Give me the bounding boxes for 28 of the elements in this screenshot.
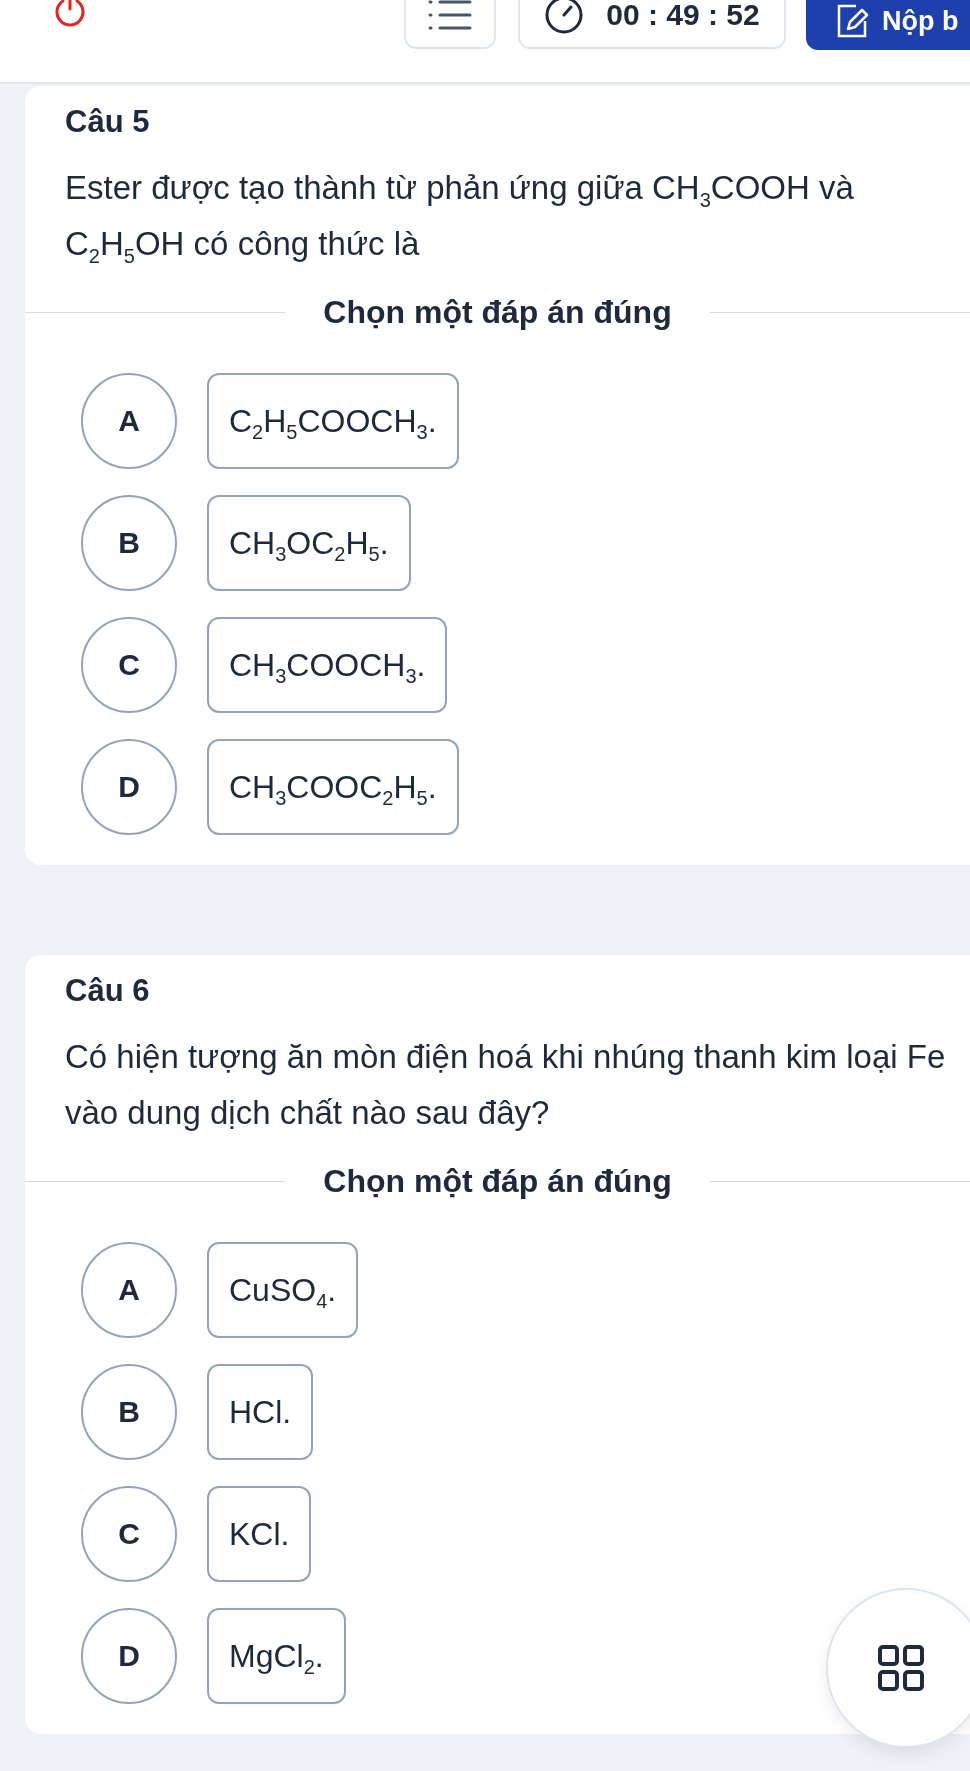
option-letter-button[interactable]: C [81, 617, 177, 713]
option-letter-button[interactable]: A [81, 373, 177, 469]
question-title: Câu 6 [65, 973, 151, 1009]
stopwatch-icon [544, 0, 585, 35]
answer-option[interactable]: CH$_{3}$COOC$_{2}$H$_{5}$. [207, 739, 459, 835]
option-letter-button[interactable]: D [81, 1608, 177, 1704]
option-letter-button[interactable]: B [81, 1364, 177, 1460]
answer-option[interactable]: HCl. [207, 1364, 314, 1460]
submit-button[interactable]: Nộp b [806, 0, 970, 50]
question-text: Ester được tạo thành từ phản ứng giữa CH$_{3}$COOH và C$_{2}$H$_{5}$OH có công thức là [65, 168, 855, 269]
option-letter-button[interactable]: D [81, 739, 177, 835]
answer-option[interactable]: KCl. [207, 1486, 312, 1582]
answer-option[interactable]: MgCl$_{2}$. [207, 1608, 346, 1704]
list-icon [428, 0, 472, 32]
question-text: Có hiện tượng ăn mòn điện hoá khi nhúng thanh kim loại Fe vào dung dịch chất nào sau đây? [65, 1037, 947, 1133]
option-letter-button[interactable]: A [81, 1242, 177, 1338]
option-letter-button[interactable]: B [81, 495, 177, 591]
answer-option[interactable]: CH$_{3}$OC$_{2}$H$_{5}$. [207, 495, 411, 591]
answer-prompt: Chọn một đáp án đúng [322, 1163, 673, 1200]
answer-option[interactable]: CH$_{3}$COOCH$_{3}$. [207, 617, 448, 713]
list-button[interactable] [404, 0, 496, 49]
answer-prompt: Chọn một đáp án đúng [322, 294, 673, 331]
answer-option[interactable]: CuSO$_{4}$. [207, 1242, 359, 1338]
option-letter-button[interactable]: C [81, 1486, 177, 1582]
grid-icon [878, 1645, 924, 1691]
answer-option[interactable]: C$_{2}$H$_{5}$COOCH$_{3}$. [207, 373, 459, 469]
timer-text: 00 : 49 : 52 [606, 0, 760, 32]
question-title: Câu 5 [65, 104, 151, 140]
